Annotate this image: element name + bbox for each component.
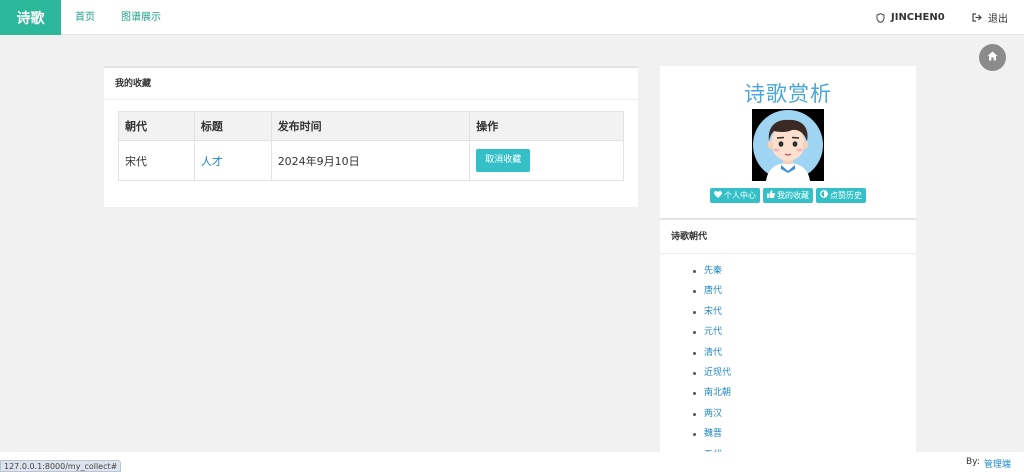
home-icon bbox=[987, 51, 998, 64]
dynasties-panel: 诗歌朝代 先秦 唐代 宋代 元代 清代 近现代 南北朝 两汉 魏晋 五代 bbox=[660, 218, 916, 460]
profile-button-group: 个人中心 我的收藏 点赞历史 bbox=[660, 188, 916, 203]
dynasty-list: 先秦 唐代 宋代 元代 清代 近现代 南北朝 两汉 魏晋 五代 bbox=[693, 264, 731, 468]
cell-title: 人才 bbox=[193, 140, 272, 181]
column-header-action: 操作 bbox=[469, 111, 624, 141]
dynasty-link-nanbeichao[interactable]: 南北朝 bbox=[693, 386, 731, 406]
thumbs-up-icon bbox=[767, 188, 776, 203]
sign-out-icon bbox=[972, 13, 982, 22]
my-favorites-button[interactable]: 我的收藏 bbox=[763, 188, 813, 203]
dynasty-link-song[interactable]: 宋代 bbox=[693, 305, 731, 325]
profile-panel: 诗歌赏析 个人中心 我的收藏 点赞历史 bbox=[660, 66, 916, 218]
float-home-button[interactable] bbox=[979, 44, 1006, 71]
table-row: 宋代 人才 2024年9月10日 取消收藏 bbox=[118, 140, 624, 181]
table-header-row: 朝代 标题 发布时间 操作 bbox=[118, 111, 624, 141]
footer-by-label: By: bbox=[966, 457, 980, 467]
logout-label: 退出 bbox=[988, 14, 1008, 25]
dynasty-link-han[interactable]: 两汉 bbox=[693, 407, 731, 427]
personal-center-button[interactable]: 个人中心 bbox=[710, 188, 760, 203]
favorites-table: 朝代 标题 发布时间 操作 宋代 人才 2024年9月10日 取消收藏 bbox=[118, 111, 624, 181]
brand-logo[interactable]: 诗歌 bbox=[0, 0, 61, 35]
like-history-label: 点赞历史 bbox=[830, 191, 862, 200]
dynasty-link-qing[interactable]: 清代 bbox=[693, 346, 731, 366]
footer-credit: By: 管理端 bbox=[966, 457, 1011, 470]
status-bar-url: 127.0.0.1:8000/my_collect# bbox=[0, 460, 122, 472]
like-history-button[interactable]: 点赞历史 bbox=[816, 188, 866, 203]
user-menu[interactable]: JINCHEN0 bbox=[876, 0, 945, 35]
cell-date: 2024年9月10日 bbox=[270, 140, 471, 181]
favorites-panel: 我的收藏 朝代 标题 发布时间 操作 宋代 人才 2024年9月10日 取消收藏 bbox=[104, 66, 638, 207]
personal-center-label: 个人中心 bbox=[724, 191, 756, 200]
poem-title-link[interactable]: 人才 bbox=[201, 155, 223, 168]
username-label: JINCHEN0 bbox=[891, 12, 945, 23]
column-header-date: 发布时间 bbox=[270, 111, 471, 141]
cell-dynasty: 宋代 bbox=[118, 140, 195, 181]
column-header-title: 标题 bbox=[193, 111, 272, 141]
dynasties-header: 诗歌朝代 bbox=[660, 220, 916, 254]
heart-icon bbox=[714, 188, 722, 203]
site-title: 诗歌赏析 bbox=[744, 82, 832, 106]
dynasty-link-tang[interactable]: 唐代 bbox=[693, 284, 731, 304]
footer: By: 管理端 bbox=[0, 452, 1024, 472]
shield-icon bbox=[876, 12, 885, 23]
cell-action: 取消收藏 bbox=[469, 140, 624, 181]
admin-link[interactable]: 管理端 bbox=[984, 457, 1011, 470]
dynasty-link-yuan[interactable]: 元代 bbox=[693, 325, 731, 345]
nav-graph-link[interactable]: 图谱展示 bbox=[121, 0, 161, 35]
dynasty-link-weijin[interactable]: 魏晋 bbox=[693, 427, 731, 447]
cancel-favorite-button[interactable]: 取消收藏 bbox=[476, 149, 531, 172]
column-header-dynasty: 朝代 bbox=[118, 111, 195, 141]
avatar bbox=[752, 109, 824, 181]
nav-home-link[interactable]: 首页 bbox=[75, 0, 95, 35]
favorites-header: 我的收藏 bbox=[104, 68, 638, 100]
my-favorites-label: 我的收藏 bbox=[777, 191, 809, 200]
dynasty-link-modern[interactable]: 近现代 bbox=[693, 366, 731, 386]
top-navbar: 诗歌 首页 图谱展示 JINCHEN0 退出 bbox=[0, 0, 1024, 35]
logout-button[interactable]: 退出 bbox=[972, 0, 1008, 35]
adjust-icon bbox=[820, 188, 828, 203]
dynasty-link-xianqin[interactable]: 先秦 bbox=[693, 264, 731, 284]
